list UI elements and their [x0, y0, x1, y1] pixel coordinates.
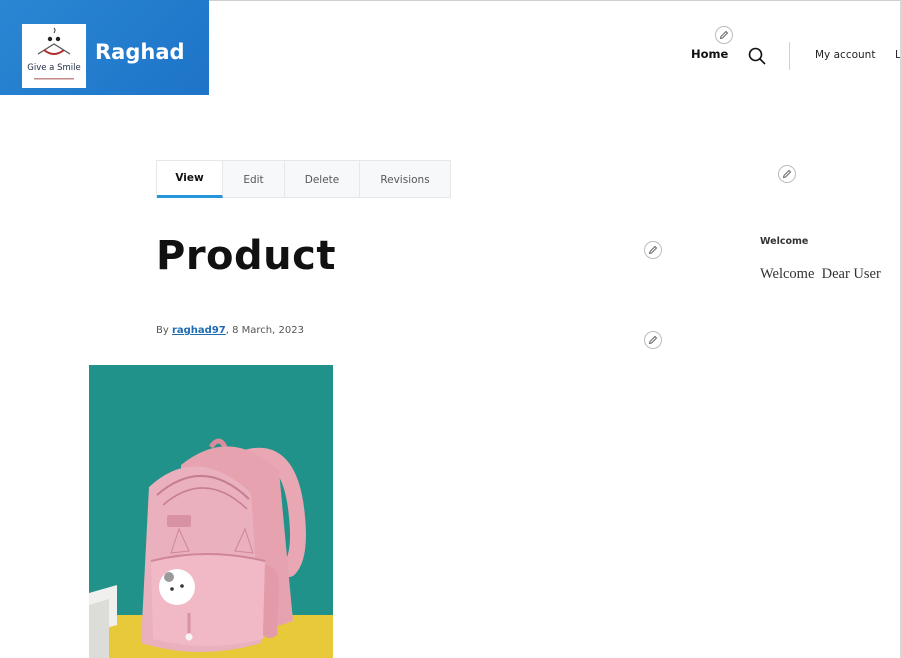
page: Give a Smile Raghad Home My account L Vi…: [0, 0, 902, 658]
page-title: Product: [156, 233, 336, 279]
header-edit-button[interactable]: [715, 26, 733, 44]
pencil-icon: [648, 335, 658, 345]
site-branding: Give a Smile Raghad: [0, 0, 209, 95]
logo-tagline: [34, 78, 74, 80]
nav-home-link[interactable]: Home: [691, 47, 728, 61]
search-button[interactable]: [747, 46, 767, 66]
site-logo[interactable]: Give a Smile: [22, 24, 86, 88]
header-border: [209, 0, 902, 1]
nav-logout-link[interactable]: L: [895, 49, 900, 61]
author-link[interactable]: raghad97: [172, 325, 226, 336]
product-image: [89, 365, 333, 658]
logo-text: Give a Smile: [27, 63, 81, 73]
content-edit-button[interactable]: [644, 331, 662, 349]
pencil-icon: [782, 169, 792, 179]
node-meta: By raghad97, 8 March, 2023: [156, 325, 304, 336]
smile-hanger-icon: [37, 27, 71, 55]
pencil-icon: [648, 245, 658, 255]
block-body: Welcome Dear User: [760, 266, 881, 282]
nav-my-account-link[interactable]: My account: [815, 49, 875, 61]
tab-view[interactable]: View: [157, 161, 223, 198]
tabs-edit-button[interactable]: [778, 165, 796, 183]
site-name[interactable]: Raghad: [95, 40, 185, 64]
meta-date: , 8 March, 2023: [225, 325, 304, 336]
search-icon: [748, 47, 766, 65]
tab-edit[interactable]: Edit: [223, 161, 285, 198]
nav-divider: [789, 42, 790, 70]
local-tasks-tabs: View Edit Delete Revisions: [156, 160, 451, 198]
meta-by: By: [156, 325, 172, 336]
tab-revisions[interactable]: Revisions: [360, 161, 450, 198]
block-title: Welcome: [760, 236, 809, 247]
backpack-photo: [89, 365, 333, 658]
tab-delete[interactable]: Delete: [285, 161, 360, 198]
pencil-icon: [719, 30, 729, 40]
title-edit-button[interactable]: [644, 241, 662, 259]
